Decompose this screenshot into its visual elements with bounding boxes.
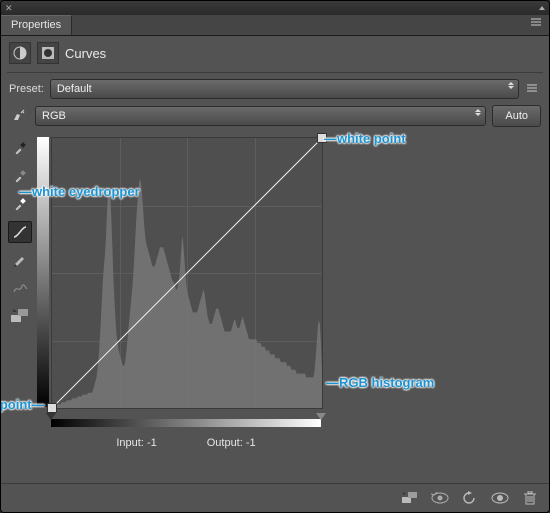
preset-row: Preset: Default [9, 79, 541, 99]
annotation-rgb-histogram: —RGB histogram [326, 375, 434, 390]
white-eyedropper-tool[interactable] [8, 193, 32, 215]
black-eyedropper-tool[interactable] [8, 137, 32, 159]
divider [7, 72, 543, 73]
tool-column [9, 137, 31, 483]
footer-visibility-icon[interactable] [491, 490, 509, 506]
rgb-histogram [52, 138, 322, 408]
window-titlebar[interactable]: ✕ [1, 1, 549, 15]
on-image-adjust-icon[interactable] [9, 106, 29, 126]
adjustment-title: Curves [65, 46, 106, 61]
panel-menu-grip[interactable] [539, 6, 545, 10]
pencil-curve-tool[interactable] [8, 249, 32, 271]
preset-label: Preset: [9, 83, 44, 95]
preset-menu-button[interactable] [525, 84, 541, 94]
close-icon[interactable]: ✕ [5, 4, 13, 13]
gray-eyedropper-tool[interactable] [8, 165, 32, 187]
auto-button[interactable]: Auto [492, 105, 541, 127]
adjustment-layer-icon[interactable] [9, 42, 31, 64]
annotation-white-point: —white point [324, 131, 406, 146]
footer-view-previous-icon[interactable] [431, 490, 449, 506]
collapse-icon [539, 6, 545, 10]
preset-select[interactable]: Default [50, 79, 519, 99]
panel-flyout-menu[interactable] [525, 15, 549, 35]
panel-body: Curves Preset: Default RGB Auto [1, 36, 549, 483]
black-input-slider[interactable] [46, 413, 56, 420]
black-point-handle[interactable] [47, 403, 57, 413]
input-gradient [51, 419, 321, 427]
properties-panel-window: ✕ Properties Curves Preset: Default [0, 0, 550, 513]
footer-clip-icon[interactable] [401, 490, 419, 506]
footer-reset-icon[interactable] [461, 490, 479, 506]
input-readout: Input: -1 [116, 437, 156, 449]
white-point-handle[interactable] [317, 133, 327, 143]
tab-properties[interactable]: Properties [1, 15, 72, 35]
channel-select[interactable]: RGB [35, 106, 486, 126]
curves-main-area: Input: -1 Output: -1 —white point —RGB h… [9, 137, 541, 483]
panel-tab-bar: Properties [1, 15, 549, 36]
adjustment-heading: Curves [9, 42, 541, 64]
panel-footer [1, 483, 549, 512]
input-output-readout: Input: -1 Output: -1 [51, 437, 321, 449]
white-input-slider[interactable] [316, 413, 326, 420]
curve-graph[interactable] [51, 137, 323, 409]
preset-value: Default [57, 83, 92, 95]
smooth-values-tool[interactable] [8, 277, 32, 299]
output-readout: Output: -1 [207, 437, 256, 449]
footer-trash-icon[interactable] [521, 490, 539, 506]
output-gradient [37, 137, 49, 407]
smooth-curve-tool[interactable] [8, 221, 32, 243]
curve-graph-area: Input: -1 Output: -1 —white point —RGB h… [37, 137, 541, 483]
channel-value: RGB [42, 110, 66, 122]
channel-row: RGB Auto [9, 105, 541, 127]
clip-to-layer-tool[interactable] [8, 305, 32, 327]
mask-icon[interactable] [37, 42, 59, 64]
